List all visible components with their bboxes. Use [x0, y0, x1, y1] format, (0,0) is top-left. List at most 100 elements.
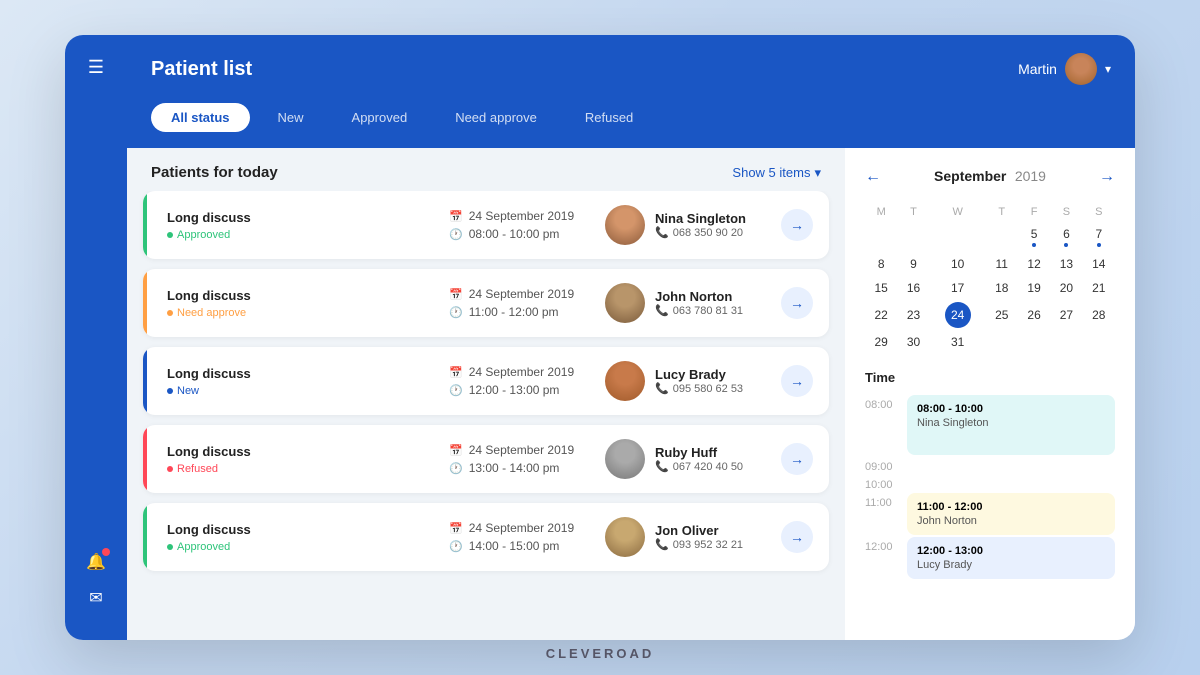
time-row: 10:00 [865, 475, 1115, 491]
time-event[interactable]: 12:00 - 13:00 Lucy Brady [907, 537, 1115, 579]
cal-day[interactable]: 21 [1083, 276, 1115, 300]
cal-day[interactable]: 30 [897, 330, 929, 354]
time-event-sub: Nina Singleton [917, 417, 1105, 429]
card-title: Long discuss [167, 522, 433, 537]
cal-day [1050, 330, 1082, 354]
card-arrow-button[interactable]: → [781, 443, 813, 475]
cal-day[interactable]: 31 [930, 330, 986, 354]
status-label: Approoved [177, 541, 230, 553]
calendar-icon: 📅 [449, 210, 463, 223]
tab-need-approve[interactable]: Need approve [435, 103, 557, 132]
cal-day[interactable]: 18 [986, 276, 1018, 300]
cal-day[interactable]: 12 [1018, 252, 1050, 276]
patient-card[interactable]: Long discuss Approoved 📅 24 September 20… [143, 503, 829, 571]
time-event-sub: John Norton [917, 515, 1105, 527]
cal-day [1018, 330, 1050, 354]
cal-day[interactable]: 11 [986, 252, 1018, 276]
show-items-button[interactable]: Show 5 items ▾ [732, 165, 821, 181]
cal-day[interactable]: 24 [930, 300, 986, 330]
card-datetime: 📅 24 September 2019 🕐 11:00 - 12:00 pm [449, 287, 589, 319]
cal-day [930, 222, 986, 252]
cal-day[interactable]: 20 [1050, 276, 1082, 300]
tab-approved[interactable]: Approved [332, 103, 428, 132]
patient-list: Long discuss Approoved 📅 24 September 20… [127, 191, 845, 587]
card-date: 24 September 2019 [469, 365, 574, 379]
card-accent [143, 191, 147, 259]
card-arrow-button[interactable]: → [781, 209, 813, 241]
patient-phone: 📞 093 952 32 21 [655, 538, 743, 551]
patient-panel-header: Patients for today Show 5 items ▾ [127, 148, 845, 191]
next-month-button[interactable]: → [1099, 168, 1115, 186]
time-event[interactable]: 08:00 - 10:00 Nina Singleton [907, 395, 1115, 455]
time-tick: 11:00 [865, 493, 899, 509]
notification-badge [102, 548, 110, 556]
card-patient: Nina Singleton 📞 068 350 90 20 [605, 205, 765, 245]
patient-phone: 📞 068 350 90 20 [655, 226, 746, 239]
cal-day[interactable]: 8 [865, 252, 897, 276]
menu-icon[interactable]: ☰ [88, 57, 104, 78]
tab-refused[interactable]: Refused [565, 103, 653, 132]
phone-icon: 📞 [655, 538, 669, 551]
patient-avatar [605, 517, 645, 557]
time-event[interactable]: 11:00 - 12:00 John Norton [907, 493, 1115, 535]
patients-today-title: Patients for today [151, 164, 278, 181]
cal-day[interactable]: 10 [930, 252, 986, 276]
card-title: Long discuss [167, 444, 433, 459]
cal-day[interactable]: 15 [865, 276, 897, 300]
user-menu[interactable]: Martin ▾ [1018, 53, 1111, 85]
status-dot [167, 388, 173, 394]
card-arrow-button[interactable]: → [781, 287, 813, 319]
cal-day[interactable]: 7 [1083, 222, 1115, 252]
patient-details: Ruby Huff 📞 067 420 40 50 [655, 445, 743, 473]
card-accent [143, 347, 147, 415]
patient-phone: 📞 067 420 40 50 [655, 460, 743, 473]
bell-icon[interactable]: 🔔 [86, 552, 106, 572]
clock-icon: 🕐 [449, 228, 463, 241]
tab-all-status[interactable]: All status [151, 103, 250, 132]
card-arrow-button[interactable]: → [781, 365, 813, 397]
mail-icon[interactable]: ✉ [89, 588, 102, 608]
chevron-down-icon: ▾ [1105, 62, 1111, 76]
patient-card[interactable]: Long discuss New 📅 24 September 2019 🕐 1… [143, 347, 829, 415]
cal-day[interactable]: 13 [1050, 252, 1082, 276]
cal-day[interactable]: 19 [1018, 276, 1050, 300]
patient-card[interactable]: Long discuss Refused 📅 24 September 2019… [143, 425, 829, 493]
card-arrow-button[interactable]: → [781, 521, 813, 553]
cal-day[interactable]: 22 [865, 300, 897, 330]
chevron-down-icon: ▾ [814, 165, 821, 181]
cal-day[interactable]: 23 [897, 300, 929, 330]
card-time: 13:00 - 14:00 pm [469, 461, 560, 475]
card-accent [143, 269, 147, 337]
time-event-title: 12:00 - 13:00 [917, 545, 1105, 557]
cal-day[interactable]: 5 [1018, 222, 1050, 252]
tab-new[interactable]: New [258, 103, 324, 132]
patient-card[interactable]: Long discuss Need approve 📅 24 September… [143, 269, 829, 337]
phone-icon: 📞 [655, 226, 669, 239]
avatar [1065, 53, 1097, 85]
cal-day-header: S [1050, 202, 1082, 222]
cal-day[interactable]: 14 [1083, 252, 1115, 276]
cal-day[interactable]: 16 [897, 276, 929, 300]
clock-icon: 🕐 [449, 384, 463, 397]
patient-card[interactable]: Long discuss Approoved 📅 24 September 20… [143, 191, 829, 259]
patient-name: Nina Singleton [655, 211, 746, 226]
cal-day[interactable]: 6 [1050, 222, 1082, 252]
patient-name: Jon Oliver [655, 523, 743, 538]
cal-day[interactable]: 25 [986, 300, 1018, 330]
time-section: Time 08:00 08:00 - 10:00 Nina Singleton … [865, 370, 1115, 581]
cal-day[interactable]: 17 [930, 276, 986, 300]
card-title: Long discuss [167, 210, 433, 225]
cal-day[interactable]: 26 [1018, 300, 1050, 330]
card-date: 24 September 2019 [469, 209, 574, 223]
cal-day[interactable]: 9 [897, 252, 929, 276]
time-row: 09:00 [865, 457, 1115, 473]
status-label: Approoved [177, 229, 230, 241]
cal-day[interactable]: 28 [1083, 300, 1115, 330]
cal-day[interactable]: 29 [865, 330, 897, 354]
cal-day-header: F [1018, 202, 1050, 222]
cal-day[interactable]: 27 [1050, 300, 1082, 330]
patient-details: Nina Singleton 📞 068 350 90 20 [655, 211, 746, 239]
prev-month-button[interactable]: ← [865, 168, 881, 186]
card-info: Long discuss Need approve [159, 288, 433, 319]
phone-icon: 📞 [655, 460, 669, 473]
